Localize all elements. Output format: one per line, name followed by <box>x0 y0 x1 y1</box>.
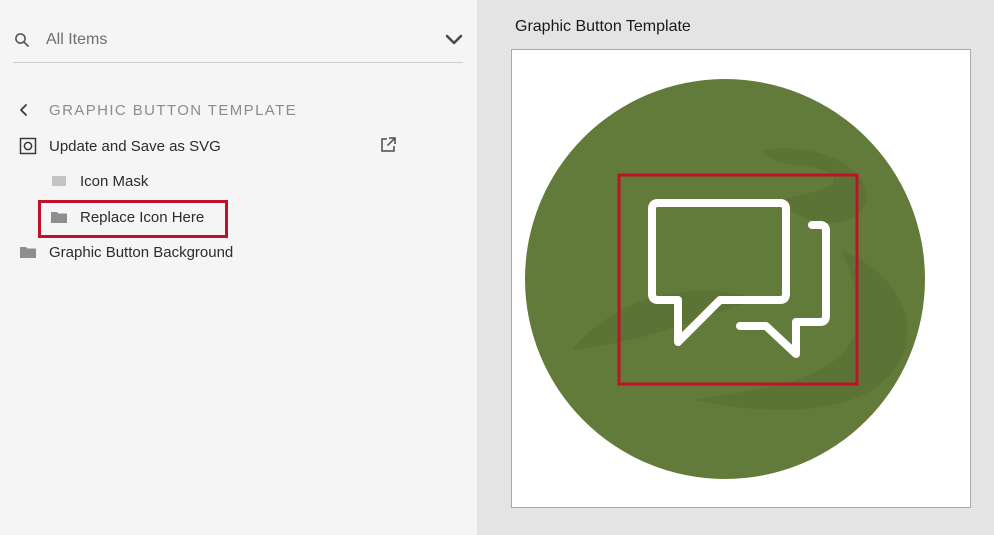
layer-item-update-svg[interactable]: Update and Save as SVG <box>19 134 221 158</box>
layer-item-icon-mask[interactable]: Icon Mask <box>50 169 148 193</box>
graphic-button-preview <box>525 79 925 479</box>
folder-icon <box>19 243 37 261</box>
search-icon <box>15 33 29 47</box>
target-square-icon <box>19 137 37 155</box>
preview-canvas <box>511 49 971 508</box>
breadcrumb-title: GRAPHIC BUTTON TEMPLATE <box>49 101 298 119</box>
breadcrumb: GRAPHIC BUTTON TEMPLATE <box>18 100 297 120</box>
layer-item-background[interactable]: Graphic Button Background <box>19 240 233 264</box>
chevron-down-icon[interactable] <box>445 33 463 47</box>
search-dropdown[interactable]: All Items <box>13 24 463 63</box>
highlight-frame <box>38 200 228 238</box>
gray-rect-icon <box>50 172 68 190</box>
search-label: All Items <box>46 31 108 48</box>
layer-item-label: Icon Mask <box>80 172 149 190</box>
preview-title: Graphic Button Template <box>515 18 691 35</box>
app-root: All Items GRAPHIC BUTTON TEMPLATE Update… <box>0 0 994 535</box>
layer-item-label: Update and Save as SVG <box>49 137 221 155</box>
chevron-left-icon[interactable] <box>18 103 30 117</box>
external-link-icon[interactable] <box>379 136 397 154</box>
layer-item-label: Graphic Button Background <box>49 243 234 261</box>
preview-panel: Graphic Button Template <box>477 0 994 535</box>
layers-panel: All Items GRAPHIC BUTTON TEMPLATE Update… <box>0 0 477 535</box>
